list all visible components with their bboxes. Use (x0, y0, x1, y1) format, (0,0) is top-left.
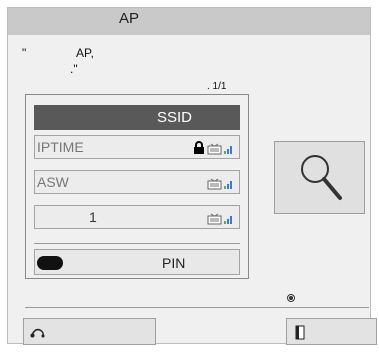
page-indicator: . 1/1 (207, 81, 227, 92)
back-button[interactable] (23, 318, 156, 345)
wifi-signal-icon (207, 143, 232, 155)
network-ssid-label: 1 (89, 209, 97, 225)
network-ssid-label: ASW (37, 174, 69, 190)
ap-dialog: AP " AP, ." . 1/1 SSID IPTIME ASW 1 PIN (7, 7, 377, 345)
message-line-2: ." (70, 62, 78, 76)
radio-indicator-icon (287, 294, 295, 302)
exit-button[interactable] (286, 318, 377, 345)
dialog-titlebar: AP (8, 8, 370, 35)
bottom-divider (25, 307, 369, 308)
magnifier-icon (301, 155, 342, 200)
lock-icon (194, 141, 204, 154)
message-ap-text: AP, (76, 46, 94, 60)
message-quote: " (22, 46, 27, 60)
back-icon (30, 328, 45, 338)
search-button[interactable] (274, 141, 365, 214)
network-row-1[interactable]: 1 (34, 205, 240, 229)
network-row-iptime[interactable]: IPTIME (34, 135, 240, 159)
exit-icon (295, 325, 305, 340)
wifi-signal-icon (207, 213, 232, 225)
pin-button-label: PIN (162, 255, 186, 271)
network-list-header: SSID (34, 105, 240, 130)
wifi-signal-icon (207, 178, 232, 190)
remote-button-icon (37, 256, 63, 270)
ssid-header-label: SSID (157, 109, 193, 126)
network-row-asw[interactable]: ASW (34, 170, 240, 194)
network-ssid-label: IPTIME (37, 139, 84, 155)
list-divider (34, 243, 240, 244)
pin-button[interactable]: PIN (34, 249, 240, 275)
dialog-title: AP (119, 10, 140, 27)
network-list-panel: SSID IPTIME ASW 1 PIN (25, 94, 249, 279)
